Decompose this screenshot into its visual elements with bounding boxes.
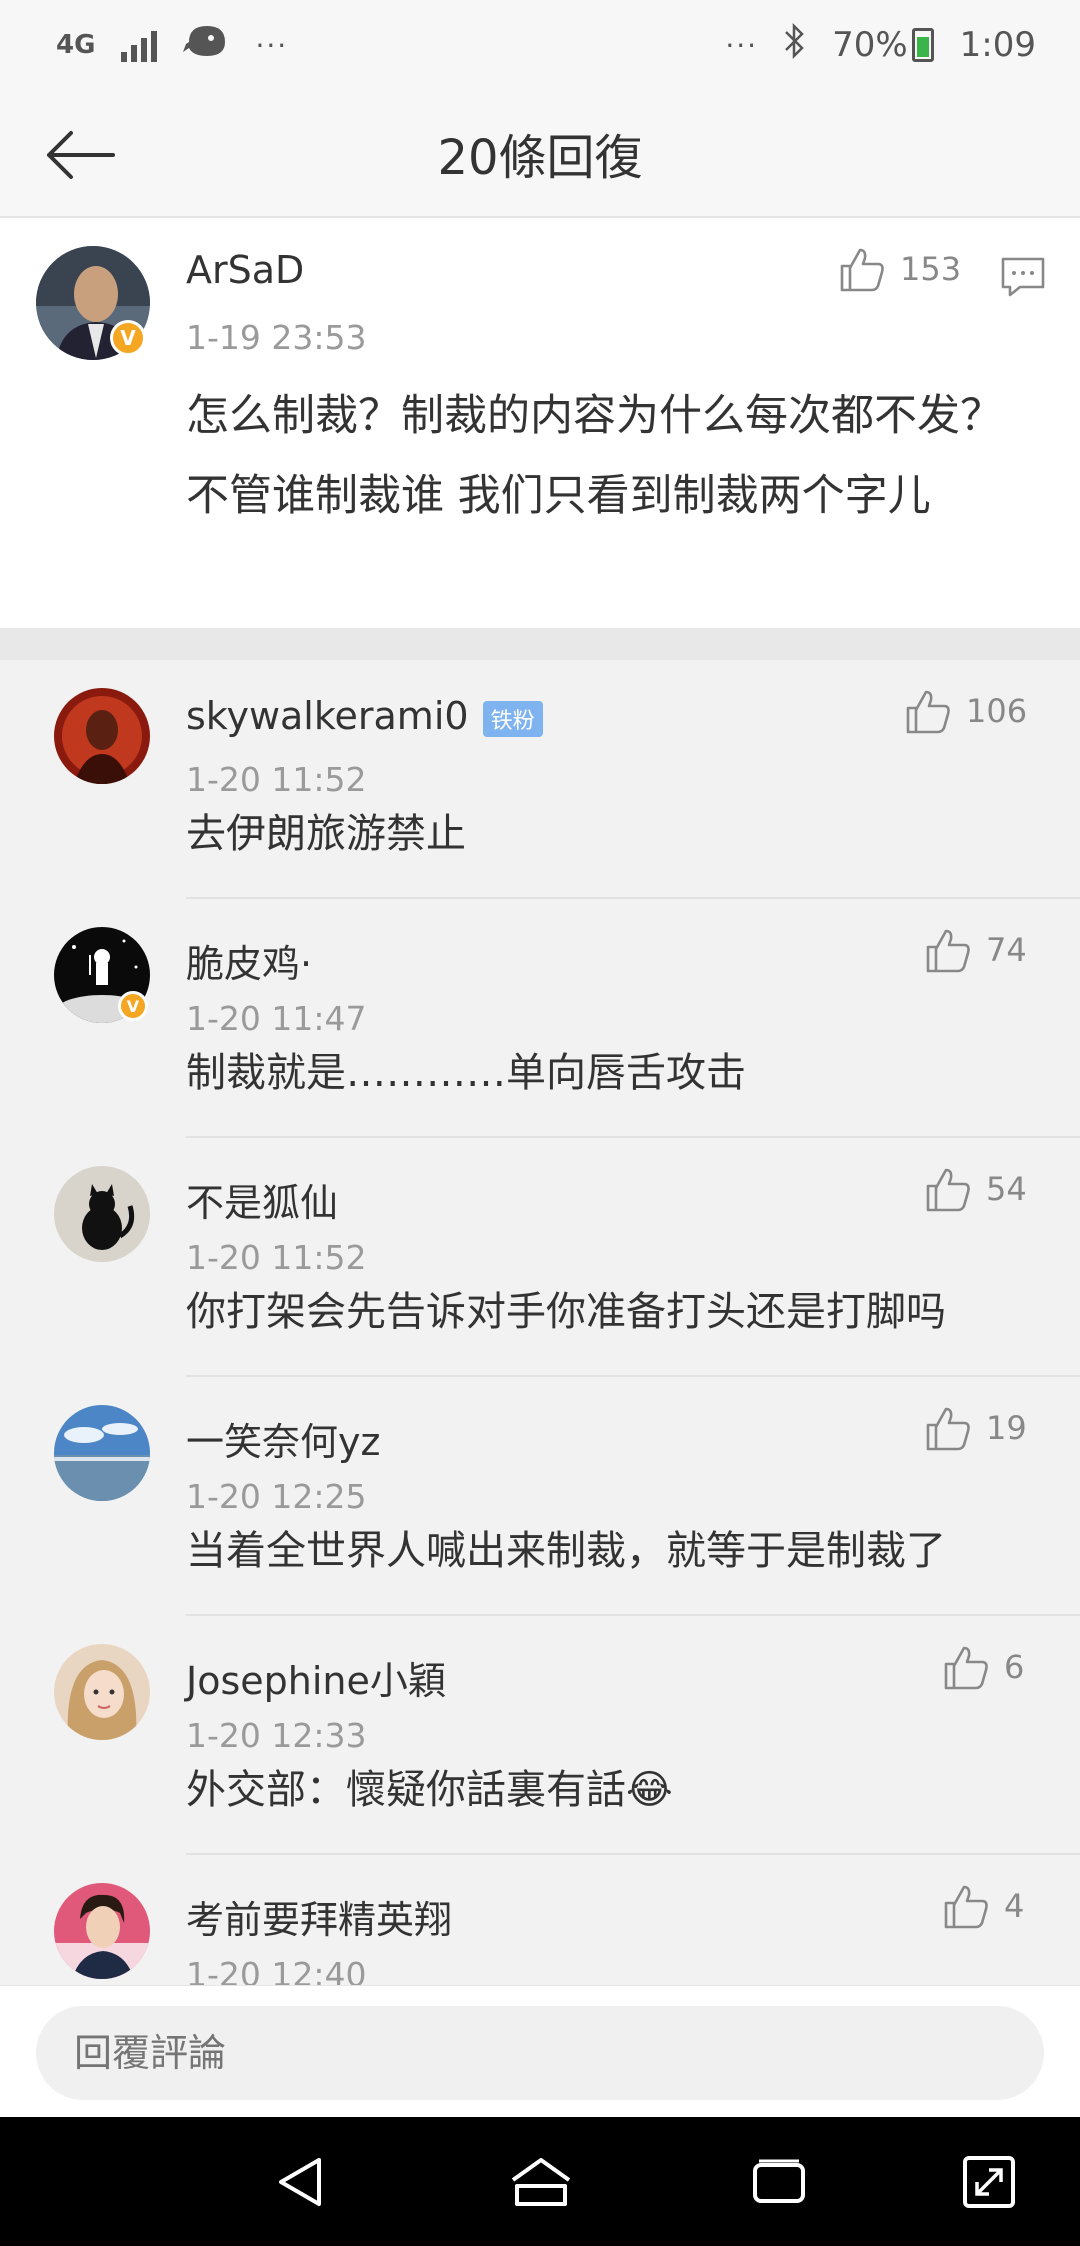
main-post: V ArSaD 1-19 23:53 153 怎么制裁？制裁的内容为什么每次都不… [0, 218, 1080, 628]
back-arrow-icon [47, 131, 115, 179]
avatar[interactable] [54, 1644, 150, 1740]
thumbs-up-icon [944, 1646, 988, 1690]
status-left: 4G ··· [56, 22, 288, 69]
reply-username[interactable]: Josephine小穎 [186, 1650, 446, 1705]
reply-username[interactable]: 一笑奈何yz [186, 1411, 380, 1466]
like-button[interactable]: 54 [924, 1166, 1027, 1212]
status-dots: ··· [725, 28, 759, 62]
thumbs-up-icon [906, 690, 950, 734]
verified-badge-icon: V [110, 320, 146, 356]
reply-item[interactable]: skywalkerami0 铁粉 1-20 11:52 106 去伊朗旅游禁止 [0, 660, 1080, 899]
nav-recents-icon [753, 2159, 805, 2203]
status-bar: 4G ··· ··· 70% 1:09 [0, 0, 1080, 90]
like-button[interactable]: 19 [924, 1405, 1027, 1451]
thumbs-up-icon [944, 1885, 988, 1929]
signal-icon [121, 28, 158, 62]
back-button[interactable] [40, 120, 120, 190]
network-indicator: 4G [56, 30, 96, 60]
reply-time: 1-20 12:25 [186, 1477, 367, 1516]
like-count: 6 [1004, 1648, 1025, 1686]
reply-input[interactable] [36, 2006, 1044, 2100]
nav-home-icon [511, 2158, 571, 2206]
verified-badge-icon: V [118, 991, 148, 1021]
nav-expand-button[interactable] [954, 2147, 1024, 2217]
clock: 1:09 [959, 25, 1036, 65]
like-count: 19 [986, 1409, 1027, 1447]
thumbs-up-icon [840, 248, 884, 292]
nav-back-button[interactable] [266, 2147, 336, 2217]
nav-back-icon [279, 2158, 321, 2206]
reply-item[interactable]: V 脆皮鸡· 1-20 11:47 74 制裁就是…………单向唇舌攻击 [0, 899, 1080, 1138]
reply-content: 制裁就是…………单向唇舌攻击 [186, 1050, 746, 1096]
app-notification-icon [183, 22, 229, 69]
battery-percent: 70% [832, 25, 908, 65]
post-time: 1-19 23:53 [186, 318, 367, 357]
bluetooth-icon [784, 22, 806, 68]
avatar[interactable] [54, 1883, 150, 1979]
like-count: 153 [900, 250, 962, 288]
battery-icon [911, 28, 934, 62]
reply-content: 外交部：懷疑你話裏有話😂 [186, 1767, 673, 1813]
expand-icon [963, 2156, 1015, 2208]
avatar[interactable] [54, 688, 150, 784]
reply-username[interactable]: 考前要拜精英翔 [186, 1889, 452, 1944]
reply-time: 1-20 12:40 [186, 1955, 367, 1985]
post-username[interactable]: ArSaD [186, 248, 304, 292]
screen: 4G ··· ··· 70% 1:09 20條回復 V ArSaD 1-19 2… [0, 0, 1080, 2246]
thumbs-up-icon [926, 1407, 970, 1451]
reply-input-bar [0, 1985, 1080, 2117]
like-button[interactable]: 153 [838, 246, 961, 292]
like-count: 4 [1004, 1887, 1025, 1925]
like-button[interactable]: 74 [924, 927, 1027, 973]
reply-username[interactable]: 脆皮鸡· [186, 933, 312, 988]
like-count: 74 [986, 931, 1027, 969]
section-divider [0, 628, 1080, 660]
page-title: 20條回復 [437, 130, 643, 186]
reply-time: 1-20 12:33 [186, 1716, 367, 1755]
avatar[interactable] [54, 1405, 150, 1501]
post-content: 怎么制裁？制裁的内容为什么每次都不发？不管谁制裁谁 我们只看到制裁两个字儿 [186, 391, 1003, 521]
fan-badge: 铁粉 [482, 700, 543, 737]
reply-item[interactable]: 不是狐仙 1-20 11:52 54 你打架会先告诉对手你准备打头还是打脚吗 [0, 1138, 1080, 1377]
like-count: 54 [986, 1170, 1027, 1208]
reply-content: 去伊朗旅游禁止 [186, 811, 466, 857]
reply-content: 当着全世界人喊出来制裁，就等于是制裁了 [186, 1528, 946, 1574]
status-right: ··· 70% 1:09 [725, 22, 1036, 68]
reply-time: 1-20 11:47 [186, 999, 367, 1038]
more-notifications: ··· [255, 28, 289, 62]
reply-username-text: skywalkerami0 [186, 694, 469, 738]
reply-time: 1-20 11:52 [186, 760, 367, 799]
thumbs-up-icon [926, 929, 970, 973]
avatar[interactable] [54, 1166, 150, 1262]
battery-group: 70% [832, 25, 934, 65]
like-button[interactable]: 6 [942, 1644, 1024, 1690]
reply-item[interactable]: 考前要拜精英翔 1-20 12:40 4 [0, 1855, 1080, 1985]
like-button[interactable]: 106 [904, 688, 1027, 734]
reply-content: 你打架会先告诉对手你准备打头还是打脚吗 [186, 1289, 946, 1335]
reply-time: 1-20 11:52 [186, 1238, 367, 1277]
reply-item[interactable]: Josephine小穎 1-20 12:33 6 外交部：懷疑你話裏有話😂 [0, 1616, 1080, 1855]
reply-username[interactable]: 不是狐仙 [186, 1172, 338, 1227]
nav-home-button[interactable] [506, 2147, 576, 2217]
nav-header: 20條回復 [0, 90, 1080, 218]
like-count: 106 [966, 692, 1028, 730]
system-nav-bar [0, 2117, 1080, 2246]
reply-username[interactable]: skywalkerami0 铁粉 [186, 694, 543, 738]
like-button[interactable]: 4 [942, 1883, 1024, 1929]
thumbs-up-icon [926, 1168, 970, 1212]
nav-recents-button[interactable] [744, 2147, 814, 2217]
comment-icon[interactable] [1000, 256, 1046, 302]
reply-item[interactable]: 一笑奈何yz 1-20 12:25 19 当着全世界人喊出来制裁，就等于是制裁了 [0, 1377, 1080, 1616]
reply-list: skywalkerami0 铁粉 1-20 11:52 106 去伊朗旅游禁止 V… [0, 660, 1080, 1985]
